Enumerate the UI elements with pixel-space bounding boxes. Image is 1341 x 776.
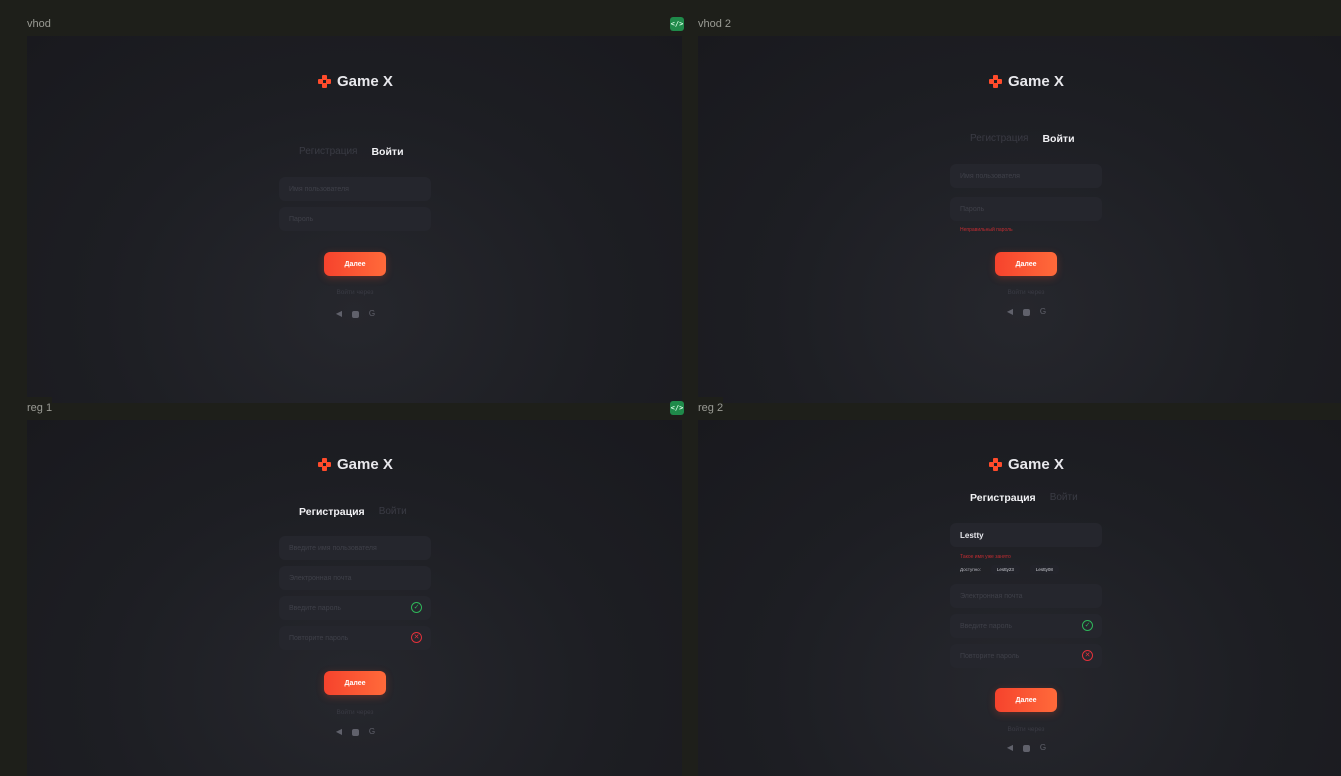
square-icon[interactable]	[1023, 744, 1030, 752]
frame-vhod-2: Game X Регистрация Войти Имя пользовател…	[698, 36, 1341, 403]
login-via-label: Войти через	[1007, 726, 1045, 733]
logo-text: Game X	[337, 73, 393, 90]
check-icon: ✓	[411, 602, 422, 613]
logo-text: Game X	[1008, 456, 1064, 473]
repeat-password-placeholder: Повторите пароль	[960, 652, 1020, 660]
google-icon[interactable]: G	[1039, 744, 1047, 752]
frame-label-reg-2[interactable]: reg 2	[698, 397, 724, 419]
social-login: ◀ G	[335, 310, 376, 318]
username-field[interactable]: Имя пользователя	[950, 164, 1102, 188]
suggestion-chip[interactable]: Lestty08	[1029, 565, 1059, 574]
next-button[interactable]: Далее	[995, 252, 1057, 276]
repeat-password-placeholder: Повторите пароль	[289, 634, 349, 642]
next-button[interactable]: Далее	[324, 252, 386, 276]
next-button[interactable]: Далее	[995, 688, 1057, 712]
telegram-icon[interactable]: ◀	[1006, 308, 1014, 316]
frame-reg-1: Game X Регистрация Войти Введите имя пол…	[27, 420, 682, 776]
username-field[interactable]: Введите имя пользователя	[279, 536, 431, 560]
username-placeholder: Введите имя пользователя	[289, 544, 377, 552]
username-value: Lestty	[960, 530, 984, 540]
logo-text: Game X	[1008, 73, 1064, 90]
frame-label-vhod-2[interactable]: vhod 2	[698, 13, 732, 35]
code-icon[interactable]: </>	[670, 17, 684, 31]
google-icon[interactable]: G	[368, 310, 376, 318]
social-login: ◀ G	[335, 728, 376, 736]
repeat-password-field[interactable]: Повторите пароль ✕	[279, 626, 431, 650]
username-placeholder: Имя пользователя	[960, 172, 1020, 180]
gamepad-icon	[989, 458, 1002, 471]
username-placeholder: Имя пользователя	[289, 185, 349, 193]
tab-register[interactable]: Регистрация	[970, 133, 1028, 145]
check-icon: ✓	[1082, 620, 1093, 631]
social-login: ◀ G	[1006, 308, 1047, 316]
telegram-icon[interactable]: ◀	[335, 728, 343, 736]
design-board: vhod </> Game X Регистрация Войти Имя по…	[0, 0, 1341, 776]
error-icon: ✕	[411, 632, 422, 643]
email-placeholder: Электронная почта	[960, 592, 1023, 600]
password-field[interactable]: Введите пароль ✓	[950, 614, 1102, 638]
logo: Game X	[318, 73, 393, 90]
password-placeholder: Введите пароль	[289, 604, 342, 612]
auth-tabs: Регистрация Войти	[299, 146, 404, 158]
email-field[interactable]: Электронная почта	[950, 584, 1102, 608]
code-icon[interactable]: </>	[670, 401, 684, 415]
gamepad-icon	[318, 75, 331, 88]
next-button[interactable]: Далее	[324, 671, 386, 695]
logo: Game X	[989, 456, 1064, 473]
telegram-icon[interactable]: ◀	[335, 310, 343, 318]
auth-tabs: Регистрация Войти	[970, 492, 1078, 504]
password-field[interactable]: Пароль	[950, 197, 1102, 221]
tab-register[interactable]: Регистрация	[299, 506, 365, 518]
logo: Game X	[318, 456, 393, 473]
tab-login[interactable]: Войти	[1050, 492, 1078, 504]
logo: Game X	[989, 73, 1064, 90]
login-via-label: Войти через	[336, 709, 374, 716]
tab-register[interactable]: Регистрация	[299, 146, 357, 158]
available-names: Доступно: Lestty23 Lestty08	[960, 565, 1059, 574]
password-field[interactable]: Пароль	[279, 207, 431, 231]
auth-tabs: Регистрация Войти	[970, 133, 1075, 145]
password-field[interactable]: Введите пароль ✓	[279, 596, 431, 620]
gamepad-icon	[989, 75, 1002, 88]
email-field[interactable]: Электронная почта	[279, 566, 431, 590]
password-placeholder: Пароль	[289, 215, 314, 223]
auth-tabs: Регистрация Войти	[299, 506, 407, 518]
suggestion-chip[interactable]: Lestty23	[990, 565, 1020, 574]
password-placeholder: Введите пароль	[960, 622, 1013, 630]
available-label: Доступно:	[960, 567, 981, 572]
tab-login[interactable]: Войти	[379, 506, 407, 518]
username-field[interactable]: Имя пользователя	[279, 177, 431, 201]
login-via-label: Войти через	[1007, 289, 1045, 296]
username-error: Такое имя уже занято	[960, 554, 1011, 560]
telegram-icon[interactable]: ◀	[1006, 744, 1014, 752]
frame-label-vhod[interactable]: vhod	[27, 13, 51, 35]
logo-text: Game X	[337, 456, 393, 473]
repeat-password-field[interactable]: Повторите пароль ✕	[950, 644, 1102, 668]
square-icon[interactable]	[352, 728, 359, 736]
password-placeholder: Пароль	[960, 205, 985, 213]
username-field[interactable]: Lestty	[950, 523, 1102, 547]
google-icon[interactable]: G	[1039, 308, 1047, 316]
frame-vhod: Game X Регистрация Войти Имя пользовател…	[27, 36, 682, 403]
square-icon[interactable]	[1023, 308, 1030, 316]
frame-label-reg-1[interactable]: reg 1	[27, 397, 53, 419]
social-login: ◀ G	[1006, 744, 1047, 752]
tab-login[interactable]: Войти	[371, 146, 403, 158]
google-icon[interactable]: G	[368, 728, 376, 736]
login-via-label: Войти через	[336, 289, 374, 296]
password-error: Неправильный пароль	[960, 227, 1013, 233]
email-placeholder: Электронная почта	[289, 574, 352, 582]
square-icon[interactable]	[352, 310, 359, 318]
tab-login[interactable]: Войти	[1042, 133, 1074, 145]
frame-reg-2: Game X Регистрация Войти Lestty Такое им…	[698, 420, 1341, 776]
error-icon: ✕	[1082, 650, 1093, 661]
tab-register[interactable]: Регистрация	[970, 492, 1036, 504]
gamepad-icon	[318, 458, 331, 471]
